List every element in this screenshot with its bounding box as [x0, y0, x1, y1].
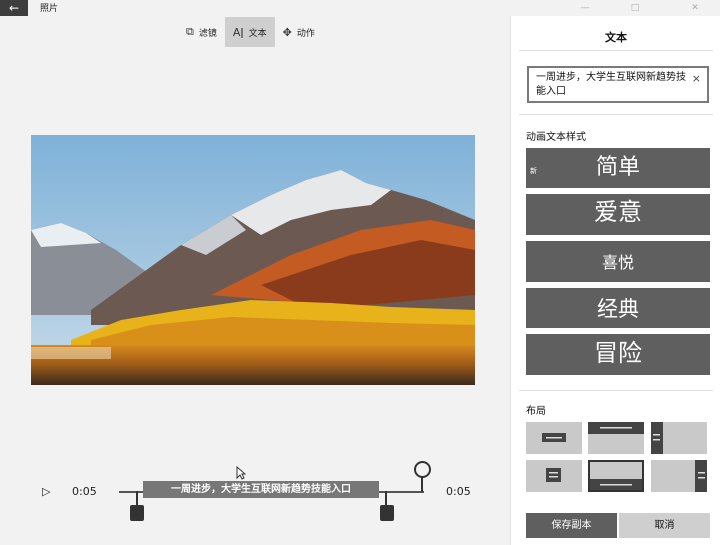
layout-top-banner[interactable]	[588, 422, 644, 454]
motion-icon: ✥	[282, 25, 292, 39]
close-window-button[interactable]: ✕	[680, 0, 710, 16]
start-trim-handle[interactable]	[130, 505, 144, 521]
style-label: 简单	[595, 155, 640, 180]
editor-toolbar: ⧉ 滤镜 Aǀ 文本 ✥ 动作	[178, 17, 323, 47]
style-joy[interactable]: 喜悦	[526, 241, 710, 282]
cancel-button[interactable]: 取消	[619, 513, 710, 538]
layout-bottom-icon	[590, 479, 642, 490]
styles-label: 动画文本样式	[526, 132, 586, 143]
tool-motion[interactable]: ✥ 动作	[275, 17, 323, 47]
layout-right-side[interactable]	[651, 460, 707, 492]
minimize-button[interactable]: —	[570, 0, 600, 16]
caption-text-input[interactable]: 一周进步，大学生互联网新趋势技能入口 ×	[527, 66, 709, 103]
new-badge: 新	[530, 167, 537, 175]
layout-center-box[interactable]	[526, 422, 582, 454]
text-panel: 文本 一周进步，大学生互联网新趋势技能入口 × 动画文本样式 新 简单 爱意 喜…	[510, 16, 720, 545]
play-button[interactable]: ▷	[42, 485, 50, 498]
window-controls: — □ ✕	[510, 0, 720, 16]
start-time: 0:05	[72, 485, 97, 498]
caption-text-value: 一周进步，大学生互联网新趋势技能入口	[536, 72, 686, 97]
filter-icon: ⧉	[186, 25, 194, 38]
back-button[interactable]: ←	[0, 0, 28, 16]
layout-left-side[interactable]	[651, 422, 707, 454]
divider	[519, 50, 713, 51]
maximize-button[interactable]: □	[620, 0, 650, 16]
save-copy-button[interactable]: 保存副本	[526, 513, 617, 538]
tool-text[interactable]: Aǀ 文本	[224, 17, 275, 47]
title-bar: ← 照片	[0, 0, 510, 16]
clear-icon[interactable]: ×	[692, 72, 701, 86]
end-time: 0:05	[446, 485, 471, 498]
style-love[interactable]: 爱意	[526, 194, 710, 235]
text-icon: Aǀ	[232, 25, 244, 39]
layout-right-icon	[695, 460, 707, 492]
layout-bottom-banner[interactable]	[588, 460, 644, 492]
divider	[519, 114, 713, 115]
end-trim-handle[interactable]	[380, 505, 394, 521]
style-simple[interactable]: 新 简单	[526, 148, 710, 188]
app-title: 照片	[40, 4, 59, 14]
panel-title: 文本	[605, 31, 627, 44]
layout-label: 布局	[526, 406, 546, 417]
back-arrow-icon: ←	[8, 1, 20, 15]
layout-top-icon	[588, 422, 644, 434]
photos-app-window: ← 照片 — □ ✕ ⧉ 滤镜 Aǀ 文本 ✥ 动作 ▷ 0:05 一周进步，大…	[0, 0, 720, 545]
tool-label: 滤镜	[198, 28, 217, 39]
divider	[519, 390, 713, 391]
style-label: 冒险	[594, 339, 642, 367]
photo-preview	[31, 135, 475, 385]
playhead-stem	[421, 477, 423, 492]
layout-small-center[interactable]	[526, 460, 582, 492]
layout-left-icon	[651, 422, 663, 454]
tool-filter[interactable]: ⧉ 滤镜	[178, 17, 225, 47]
layout-small-center-icon	[546, 468, 561, 482]
caption-clip[interactable]: 一周进步，大学生互联网新趋势技能入口	[143, 481, 379, 498]
style-label: 爱意	[594, 198, 642, 226]
tool-label: 文本	[248, 28, 267, 39]
style-label: 经典	[597, 297, 639, 321]
mountain-landscape-image	[31, 135, 475, 385]
style-adventure[interactable]: 冒险	[526, 334, 710, 375]
style-classic[interactable]: 经典	[526, 288, 710, 328]
layout-center-icon	[542, 433, 566, 442]
style-label: 喜悦	[601, 253, 634, 272]
tool-label: 动作	[296, 28, 315, 39]
mouse-cursor-icon	[236, 466, 246, 480]
playhead-handle[interactable]	[414, 461, 431, 478]
